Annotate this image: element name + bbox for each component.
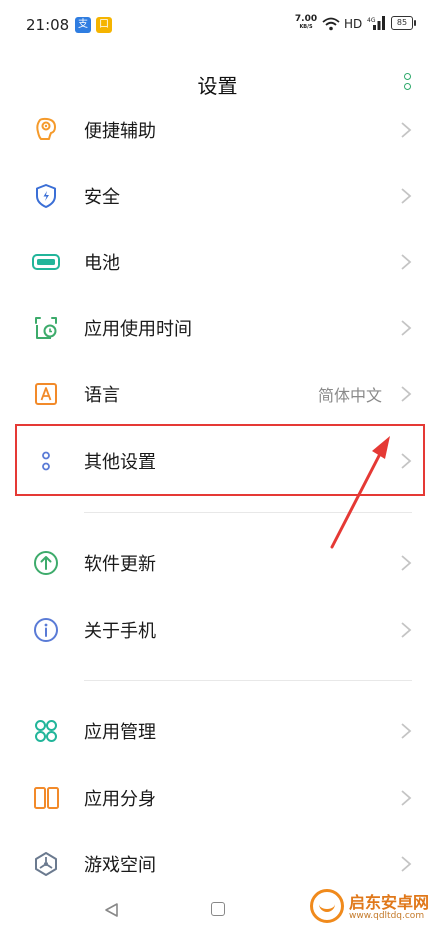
home-icon[interactable] bbox=[211, 902, 225, 916]
watermark-url: www.qdltdq.com bbox=[349, 911, 425, 921]
watermark-text: 启东安卓网 bbox=[349, 893, 430, 912]
watermark: 启东安卓网 www.qdltdq.com bbox=[305, 886, 435, 931]
annotation-arrow-icon bbox=[330, 436, 390, 549]
back-icon[interactable] bbox=[103, 902, 119, 918]
watermark-logo-icon bbox=[310, 889, 344, 923]
